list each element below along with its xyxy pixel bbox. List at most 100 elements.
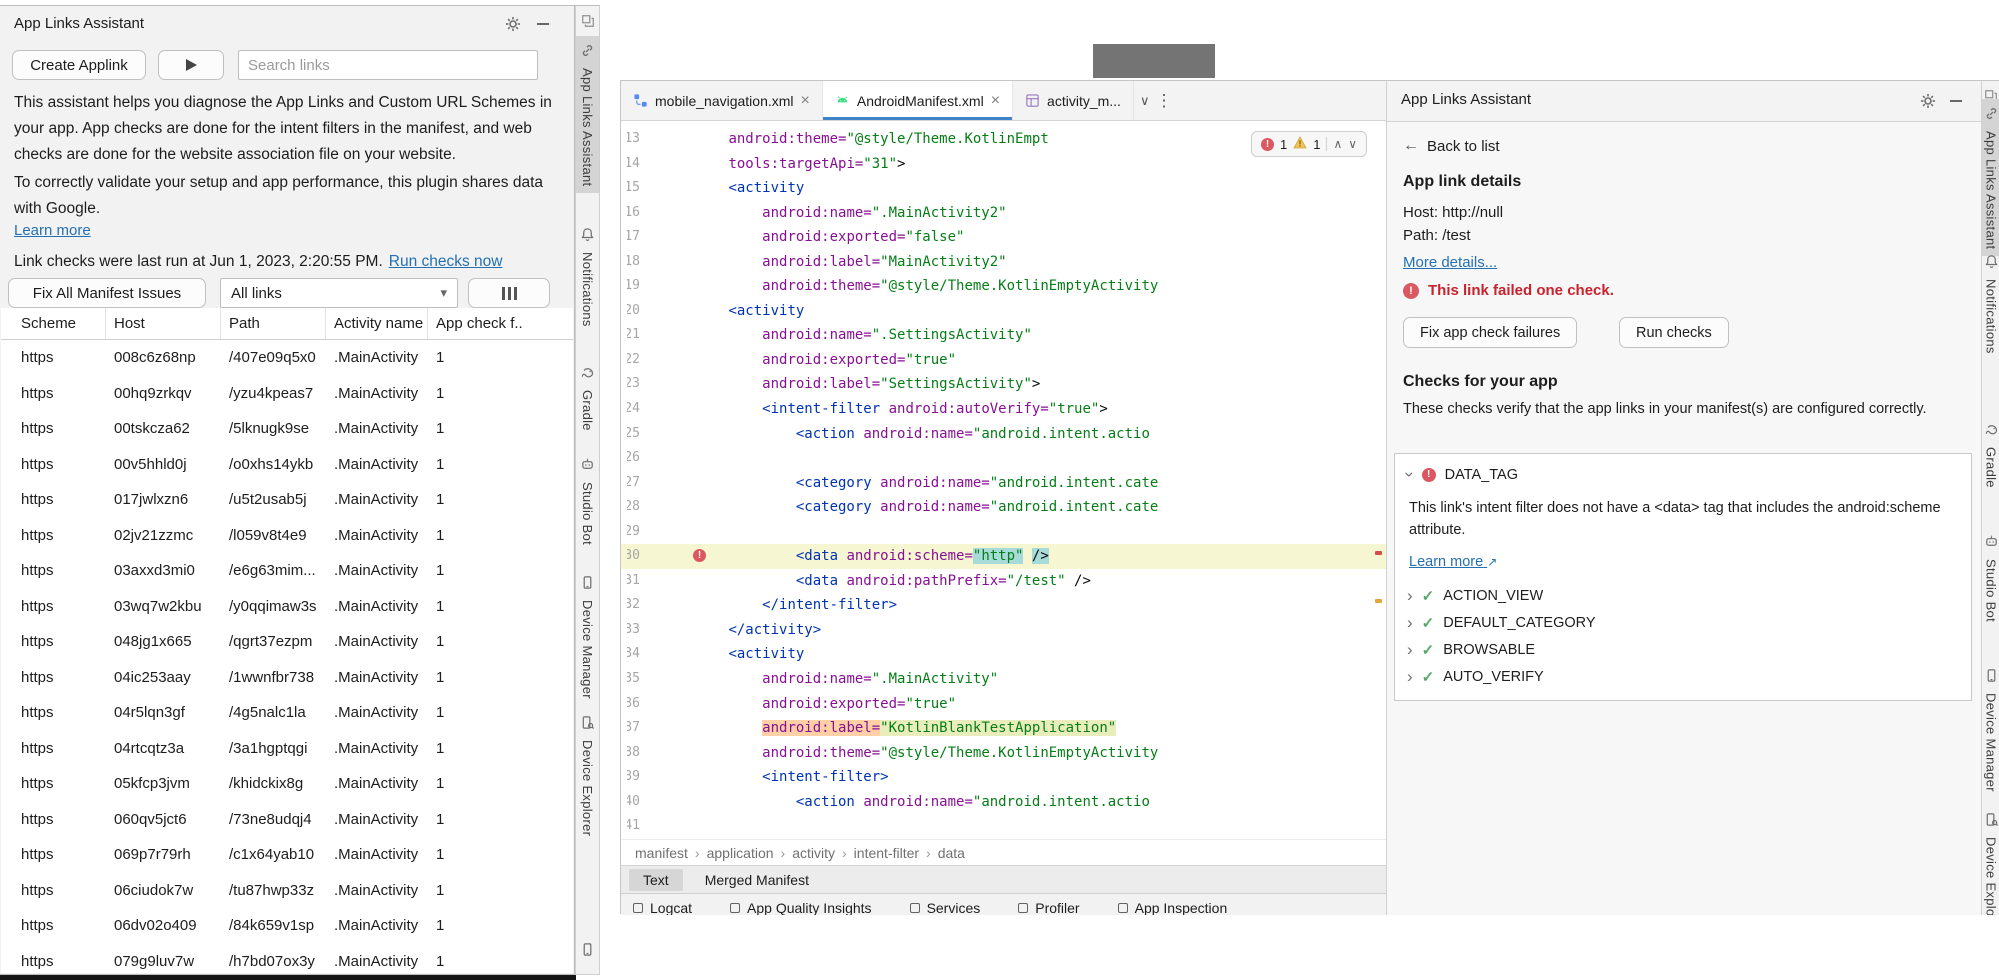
code-line[interactable]: 21 android:name=".SettingsActivity" bbox=[621, 323, 1386, 348]
check-item-data-tag[interactable]: › ! DATA_TAG bbox=[1407, 466, 1518, 483]
table-row[interactable]: https060qv5jct6/73ne8udqj4.MainActivity1 bbox=[1, 802, 573, 838]
tool-strip-item-studio-bot[interactable]: Studio Bot bbox=[576, 450, 599, 552]
code-editor[interactable]: 13 android:theme="@style/Theme.KotlinEmp… bbox=[621, 127, 1386, 839]
fix-app-check-failures-button[interactable]: Fix app check failures bbox=[1403, 317, 1577, 348]
minimize-icon[interactable] bbox=[534, 15, 552, 33]
tool-strip-item-device-explorer[interactable]: Device Explorer bbox=[576, 708, 599, 843]
code-line[interactable]: 15 <activity bbox=[621, 176, 1386, 201]
breadcrumb-item[interactable]: intent-filter bbox=[854, 845, 919, 861]
code-line[interactable]: 20 <activity bbox=[621, 299, 1386, 324]
code-line[interactable]: 18 android:label="MainActivity2" bbox=[621, 250, 1386, 275]
editor-tab-activity-m[interactable]: activity_m... bbox=[1013, 81, 1134, 120]
tool-strip-extra-icon[interactable] bbox=[576, 942, 599, 957]
gear-icon[interactable] bbox=[1919, 92, 1937, 110]
code-line[interactable]: 17 android:exported="false" bbox=[621, 225, 1386, 250]
editor-tab-androidmanifest-xml[interactable]: AndroidManifest.xml× bbox=[823, 81, 1013, 120]
code-line[interactable]: 31 <data android:pathPrefix="/test" /> bbox=[621, 569, 1386, 594]
table-row[interactable]: https008c6z68np/407e09q5x0.MainActivity1 bbox=[1, 340, 573, 376]
table-row[interactable]: https06dv02o409/84k659v1sp.MainActivity1 bbox=[1, 908, 573, 944]
close-icon[interactable]: × bbox=[991, 93, 1000, 109]
code-line[interactable]: 40 <action android:name="android.intent.… bbox=[621, 790, 1386, 815]
table-row[interactable]: https00hq9zrkqv/yzu4kpeas7.MainActivity1 bbox=[1, 376, 573, 412]
tool-window-button-profiler[interactable]: Profiler bbox=[1018, 901, 1079, 915]
code-line[interactable]: 19 android:theme="@style/Theme.KotlinEmp… bbox=[621, 274, 1386, 299]
fix-all-manifest-issues-button[interactable]: Fix All Manifest Issues bbox=[8, 278, 206, 308]
table-row[interactable]: https048jg1x665/qgrt37ezpm.MainActivity1 bbox=[1, 624, 573, 660]
bottom-tab-text[interactable]: Text bbox=[629, 869, 683, 891]
create-applink-button[interactable]: Create Applink bbox=[12, 50, 146, 80]
table-row[interactable]: https00tskcza62/5lknugk9se.MainActivity1 bbox=[1, 411, 573, 447]
tool-strip-item-notifications[interactable]: Notifications bbox=[576, 220, 599, 334]
code-line[interactable]: 37 android:label="KotlinBlankTestApplica… bbox=[621, 716, 1386, 741]
check-item-default-category[interactable]: ›✓DEFAULT_CATEGORY bbox=[1407, 609, 1959, 636]
code-line[interactable]: 27 <category android:name="android.inten… bbox=[621, 471, 1386, 496]
column-header-activity-name[interactable]: Activity name bbox=[326, 308, 428, 339]
column-header-scheme[interactable]: Scheme bbox=[1, 308, 106, 339]
close-icon[interactable]: × bbox=[801, 93, 810, 109]
breadcrumb-item[interactable]: data bbox=[938, 845, 965, 861]
more-details-link[interactable]: More details... bbox=[1403, 254, 1497, 271]
run-link-checks-button[interactable] bbox=[158, 50, 224, 80]
search-input[interactable] bbox=[238, 50, 538, 80]
tool-windows-icon[interactable] bbox=[576, 14, 599, 28]
minimize-icon[interactable] bbox=[1947, 92, 1965, 110]
check-item-auto-verify[interactable]: ›✓AUTO_VERIFY bbox=[1407, 663, 1959, 690]
code-line[interactable]: 34 <activity bbox=[621, 642, 1386, 667]
gear-icon[interactable] bbox=[504, 15, 522, 33]
code-line[interactable]: 22 android:exported="true" bbox=[621, 348, 1386, 373]
tool-strip-item-studio-bot[interactable]: Studio Bot bbox=[1982, 527, 1999, 629]
code-line[interactable]: 30! <data android:scheme="http" /> bbox=[621, 544, 1386, 569]
check-item-browsable[interactable]: ›✓BROWSABLE bbox=[1407, 636, 1959, 663]
column-header-host[interactable]: Host bbox=[106, 308, 221, 339]
tool-strip-item-device-manager[interactable]: Device Manager bbox=[1982, 661, 1999, 799]
code-line[interactable]: 36 android:exported="true" bbox=[621, 692, 1386, 717]
table-row[interactable]: https05kfcp3jvm/khidckix8g.MainActivity1 bbox=[1, 766, 573, 802]
table-row[interactable]: https02jv21zzmc/l059v8t4e9.MainActivity1 bbox=[1, 518, 573, 554]
inspections-widget[interactable]: ! 1 1 ∧ ∨ bbox=[1251, 131, 1367, 157]
code-line[interactable]: 39 <intent-filter> bbox=[621, 765, 1386, 790]
table-row[interactable]: https079g9luv7w/h7bd07ox3y.MainActivity1 bbox=[1, 944, 573, 974]
table-row[interactable]: https04r5lqn3gf/4g5nalc1la.MainActivity1 bbox=[1, 695, 573, 731]
table-row[interactable]: https017jwlxzn6/u5t2usab5j.MainActivity1 bbox=[1, 482, 573, 518]
code-line[interactable]: 23 android:label="SettingsActivity"> bbox=[621, 372, 1386, 397]
code-line[interactable]: 33 </activity> bbox=[621, 618, 1386, 643]
hidden-tabs-chevron-icon[interactable]: ∨ bbox=[1140, 93, 1150, 109]
table-row[interactable]: https069p7r79rh/c1x64yab10.MainActivity1 bbox=[1, 837, 573, 873]
run-checks-button[interactable]: Run checks bbox=[1619, 317, 1729, 348]
tab-options-kebab-icon[interactable]: ⋮ bbox=[1155, 91, 1172, 111]
table-row[interactable]: https03axxd3mi0/e6g63mim....MainActivity… bbox=[1, 553, 573, 589]
learn-more-link[interactable]: Learn more bbox=[14, 222, 91, 239]
tool-window-button-app-quality-insights[interactable]: App Quality Insights bbox=[730, 901, 872, 915]
code-line[interactable]: 32 </intent-filter> bbox=[621, 593, 1386, 618]
editor-tab-mobile-navigation-xml[interactable]: mobile_navigation.xml× bbox=[621, 81, 823, 120]
bottom-tab-merged-manifest[interactable]: Merged Manifest bbox=[691, 869, 823, 891]
table-row[interactable]: https06ciudok7w/tu87hwp33z.MainActivity1 bbox=[1, 873, 573, 909]
prev-issue-icon[interactable]: ∧ bbox=[1333, 137, 1342, 151]
links-filter-select[interactable]: All links ▾ bbox=[220, 278, 458, 308]
tool-strip-item-gradle[interactable]: Gradle bbox=[576, 358, 599, 438]
code-line[interactable]: 38 android:theme="@style/Theme.KotlinEmp… bbox=[621, 741, 1386, 766]
breadcrumb-item[interactable]: activity bbox=[792, 845, 835, 861]
data-tag-learn-more-link[interactable]: Learn more ↗ bbox=[1409, 554, 1497, 570]
tool-strip-item-app-links-assistant[interactable]: App Links Assistant bbox=[576, 36, 599, 193]
breadcrumb-item[interactable]: manifest bbox=[635, 845, 688, 861]
code-line[interactable]: 26 bbox=[621, 446, 1386, 471]
table-row[interactable]: https00v5hhld0j/o0xhs14ykb.MainActivity1 bbox=[1, 447, 573, 483]
code-line[interactable]: 16 android:name=".MainActivity2" bbox=[621, 201, 1386, 226]
warning-stripe-mark[interactable] bbox=[1375, 599, 1382, 603]
tool-strip-item-notifications[interactable]: Notifications bbox=[1982, 247, 1999, 361]
code-line[interactable]: 41 bbox=[621, 814, 1386, 839]
tool-strip-item-gradle[interactable]: Gradle bbox=[1982, 415, 1999, 495]
columns-button[interactable] bbox=[468, 278, 550, 308]
back-to-list-link[interactable]: ← Back to list bbox=[1403, 137, 1500, 155]
tool-strip-item-device-explorer[interactable]: Device Explorer bbox=[1982, 805, 1999, 915]
check-item-action-view[interactable]: ›✓ACTION_VIEW bbox=[1407, 582, 1959, 609]
table-row[interactable]: https04rtcqtz3a/3a1hgptqgi.MainActivity1 bbox=[1, 731, 573, 767]
table-row[interactable]: https03wq7w2kbu/y0qqimaw3s.MainActivity1 bbox=[1, 589, 573, 625]
table-row[interactable]: https04ic253aay/1wwnfbr738.MainActivity1 bbox=[1, 660, 573, 696]
next-issue-icon[interactable]: ∨ bbox=[1348, 137, 1357, 151]
tool-window-button-services[interactable]: Services bbox=[910, 901, 981, 915]
column-header-app-check-f[interactable]: App check f... bbox=[428, 308, 523, 339]
code-line[interactable]: 25 <action android:name="android.intent.… bbox=[621, 422, 1386, 447]
code-line[interactable]: 24 <intent-filter android:autoVerify="tr… bbox=[621, 397, 1386, 422]
